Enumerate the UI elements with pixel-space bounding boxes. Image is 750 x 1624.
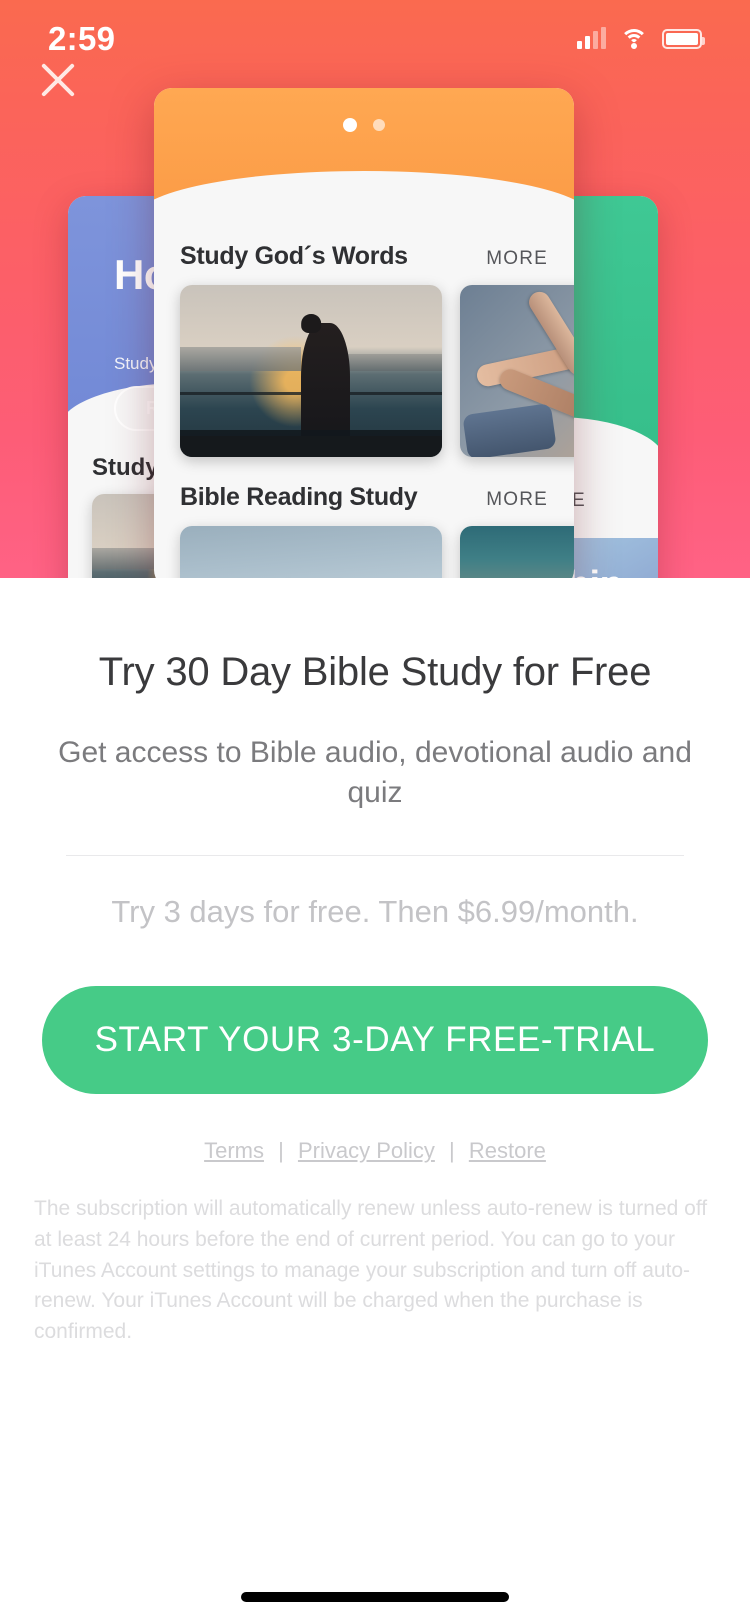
section-tiles [154,285,574,457]
wifi-icon [620,29,648,49]
center-card-header [154,88,574,217]
man-at-sunset-photo [180,285,442,457]
sunset-birds-photo [460,526,574,578]
preview-card-center[interactable]: Study God´s Words MORE Bible Reading Stu… [154,88,574,578]
section-study-gods-words: Study God´s Words MORE [154,216,574,285]
page-title: Try 30 Day Bible Study for Free [98,650,652,694]
stacked-hands-photo [460,285,574,457]
section-title: Bible Reading Study [180,483,418,511]
restore-link[interactable]: Restore [469,1138,546,1163]
terms-link[interactable]: Terms [204,1138,264,1163]
tile-90-day-challenge[interactable]: 90 Day Reading Challenge of New Testamen… [460,526,574,578]
app-preview-deck: How to Read Study Bible using READING St… [0,0,750,578]
sky-photo [180,526,442,578]
close-icon[interactable] [36,58,80,102]
home-indicator[interactable] [241,1592,509,1602]
section-more-link[interactable]: MORE [486,248,548,270]
page-dots [154,118,574,132]
link-separator: | [278,1138,284,1164]
section-bible-reading-study: Bible Reading Study MORE [154,457,574,526]
status-bar: 2:59 [0,0,750,72]
tile-stacked-hands[interactable] [460,285,574,457]
center-card-curve [154,171,574,217]
link-separator: | [449,1138,455,1164]
privacy-policy-link[interactable]: Privacy Policy [298,1138,435,1163]
tile-title: 30 Day Reading Challenge of Four Gospels [202,576,428,578]
start-free-trial-button[interactable]: START YOUR 3-DAY FREE-TRIAL [42,986,708,1095]
cellular-signal-icon [577,27,606,49]
tile-title: 90 Day Reading Challenge of New Testamen… [482,576,574,578]
status-bar-indicators [577,27,705,49]
hero-gradient-area: How to Read Study Bible using READING St… [0,0,750,578]
section-more-link[interactable]: MORE [486,489,548,511]
battery-icon [662,29,705,49]
page-dot-inactive[interactable] [373,119,385,131]
section-tiles: 30 Day Reading Challenge of Four Gospels… [154,526,574,578]
paywall-subtitle: Get access to Bible audio, devotional au… [58,736,692,810]
divider [66,855,684,857]
status-bar-time: 2:59 [48,19,116,57]
tile-30-day-challenge[interactable]: 30 Day Reading Challenge of Four Gospels [180,526,442,578]
legal-links: Terms | Privacy Policy | Restore [0,1138,750,1164]
page-dot-active[interactable] [343,118,357,132]
fine-print: The subscription will automatically rene… [34,1197,708,1343]
section-title: Study God´s Words [180,242,408,270]
paywall-panel: Try 30 Day Bible Study for Free Get acce… [0,578,750,1624]
tile-man-at-sunset[interactable] [180,285,442,457]
price-text: Try 3 days for free. Then $6.99/month. [111,894,639,930]
